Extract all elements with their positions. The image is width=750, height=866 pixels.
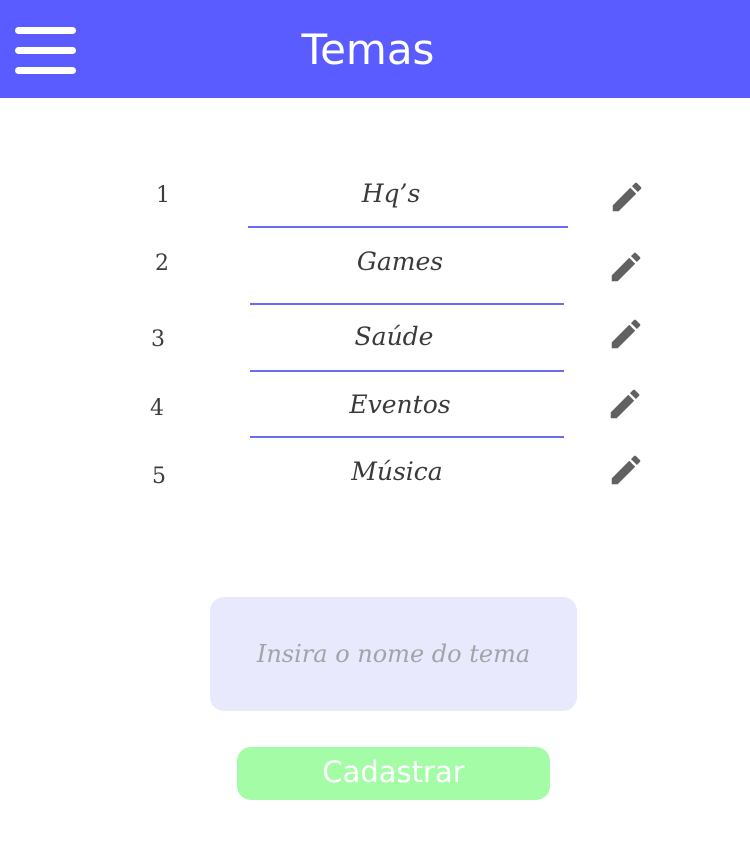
app-header: Temas xyxy=(0,0,750,98)
theme-number: 5 xyxy=(152,464,166,489)
theme-number: 4 xyxy=(150,396,164,421)
pencil-icon[interactable] xyxy=(607,315,645,353)
theme-divider xyxy=(250,436,564,438)
theme-name: Hq’s xyxy=(361,179,421,208)
menu-bar xyxy=(15,67,76,74)
theme-name-input[interactable] xyxy=(210,597,577,711)
theme-name: Eventos xyxy=(349,390,451,419)
pencil-icon[interactable] xyxy=(607,451,645,489)
hamburger-menu-icon[interactable] xyxy=(15,27,76,74)
theme-divider xyxy=(248,226,568,228)
theme-name: Música xyxy=(351,457,443,486)
theme-number: 3 xyxy=(151,327,165,352)
theme-divider xyxy=(250,303,564,305)
menu-bar xyxy=(15,47,76,54)
pencil-icon[interactable] xyxy=(607,248,645,286)
pencil-icon[interactable] xyxy=(606,385,644,423)
theme-number: 1 xyxy=(156,183,170,208)
theme-number: 2 xyxy=(155,251,169,276)
theme-name: Games xyxy=(356,247,444,276)
theme-divider xyxy=(250,370,564,372)
page-title: Temas xyxy=(301,25,435,74)
cadastrar-button[interactable]: Cadastrar xyxy=(237,747,550,800)
menu-bar xyxy=(15,27,76,34)
pencil-icon[interactable] xyxy=(608,178,646,216)
theme-name: Saúde xyxy=(354,322,434,351)
